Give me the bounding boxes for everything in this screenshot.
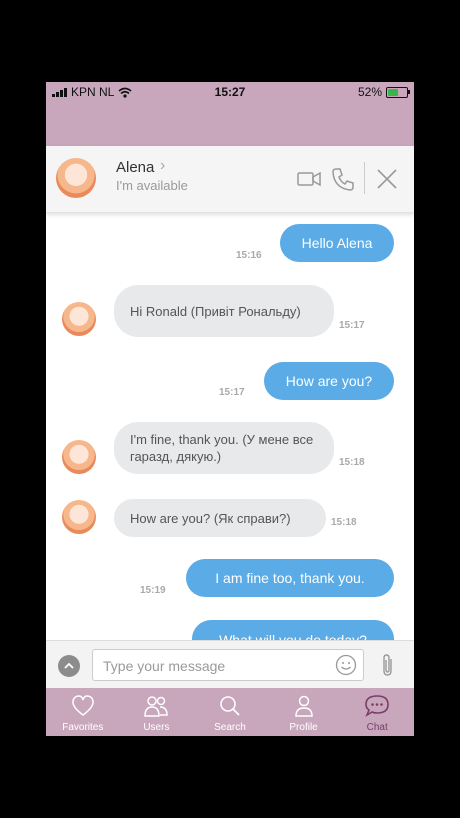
tab-label: Search <box>214 722 246 733</box>
users-icon <box>144 696 169 717</box>
message-time: 15:16 <box>236 250 262 261</box>
message-time: 15:18 <box>331 517 357 528</box>
sender-avatar[interactable] <box>62 440 96 474</box>
message-bubble-outgoing[interactable]: What will you do today? <box>192 620 394 640</box>
contact-status: I'm available <box>116 178 188 193</box>
message-text: I am fine too, thank you. <box>215 569 365 586</box>
tab-bar: Favorites Users Search Profile Chat <box>46 688 414 736</box>
message-text: I'm fine, thank you. (У мене все гаразд,… <box>130 432 314 464</box>
tab-label: Users <box>143 722 170 733</box>
phone-screen: KPN NL 15:27 52% Alena › I'm available H… <box>46 82 414 736</box>
tab-label: Favorites <box>62 722 104 733</box>
chat-header: Alena › I'm available <box>46 146 414 213</box>
message-time: 15:19 <box>140 585 166 596</box>
profile-icon <box>294 695 313 717</box>
status-bar: KPN NL 15:27 52% <box>46 82 414 102</box>
tab-search[interactable]: Search <box>193 688 267 736</box>
tab-chat[interactable]: Chat <box>340 688 414 736</box>
message-bubble-outgoing[interactable]: Hello Alena <box>280 224 394 262</box>
tab-label: Profile <box>289 722 318 733</box>
message-text: How are you? <box>285 372 373 389</box>
battery-percent: 52% <box>357 85 382 99</box>
tab-label: Chat <box>366 722 388 733</box>
tab-profile[interactable]: Profile <box>267 688 341 736</box>
chevron-right-icon[interactable]: › <box>160 157 165 175</box>
message-text: Hello Alena <box>301 234 373 251</box>
message-input-bar <box>46 640 414 689</box>
contact-name[interactable]: Alena <box>116 159 154 176</box>
sender-avatar[interactable] <box>62 302 96 336</box>
message-list[interactable]: Hello Alena 15:16 Hi Ronald (Привіт Рона… <box>46 212 414 640</box>
message-field <box>92 649 364 681</box>
tab-favorites[interactable]: Favorites <box>46 688 120 736</box>
message-bubble-incoming[interactable]: I'm fine, thank you. (У мене все гаразд,… <box>114 422 334 474</box>
contact-avatar[interactable] <box>56 158 96 198</box>
phone-call-icon[interactable] <box>330 166 356 192</box>
expand-icon[interactable] <box>58 655 80 677</box>
video-call-icon[interactable] <box>296 166 322 192</box>
heart-icon <box>71 695 94 716</box>
message-time: 15:18 <box>339 457 365 468</box>
tab-users[interactable]: Users <box>120 688 194 736</box>
search-icon <box>220 696 240 716</box>
message-input[interactable] <box>101 655 325 677</box>
message-bubble-outgoing[interactable]: How are you? <box>264 362 394 400</box>
header-divider <box>364 162 365 194</box>
message-bubble-outgoing[interactable]: I am fine too, thank you. <box>186 559 394 597</box>
chat-icon <box>365 695 389 717</box>
message-time: 15:17 <box>219 387 245 398</box>
emoji-icon[interactable] <box>335 654 357 676</box>
message-text: How are you? (Як справи?) <box>130 510 291 526</box>
message-text: What will you do today? <box>219 632 367 640</box>
message-bubble-incoming[interactable]: How are you? (Як справи?) <box>114 499 326 537</box>
top-bar: KPN NL 15:27 52% <box>46 82 414 146</box>
attachment-icon[interactable] <box>377 653 399 679</box>
battery-icon <box>386 86 410 98</box>
message-text: Hi Ronald (Привіт Рональду) <box>130 303 301 319</box>
close-icon[interactable] <box>374 166 400 192</box>
sender-avatar[interactable] <box>62 500 96 534</box>
message-bubble-incoming[interactable]: Hi Ronald (Привіт Рональду) <box>114 285 334 337</box>
message-time: 15:17 <box>339 320 365 331</box>
